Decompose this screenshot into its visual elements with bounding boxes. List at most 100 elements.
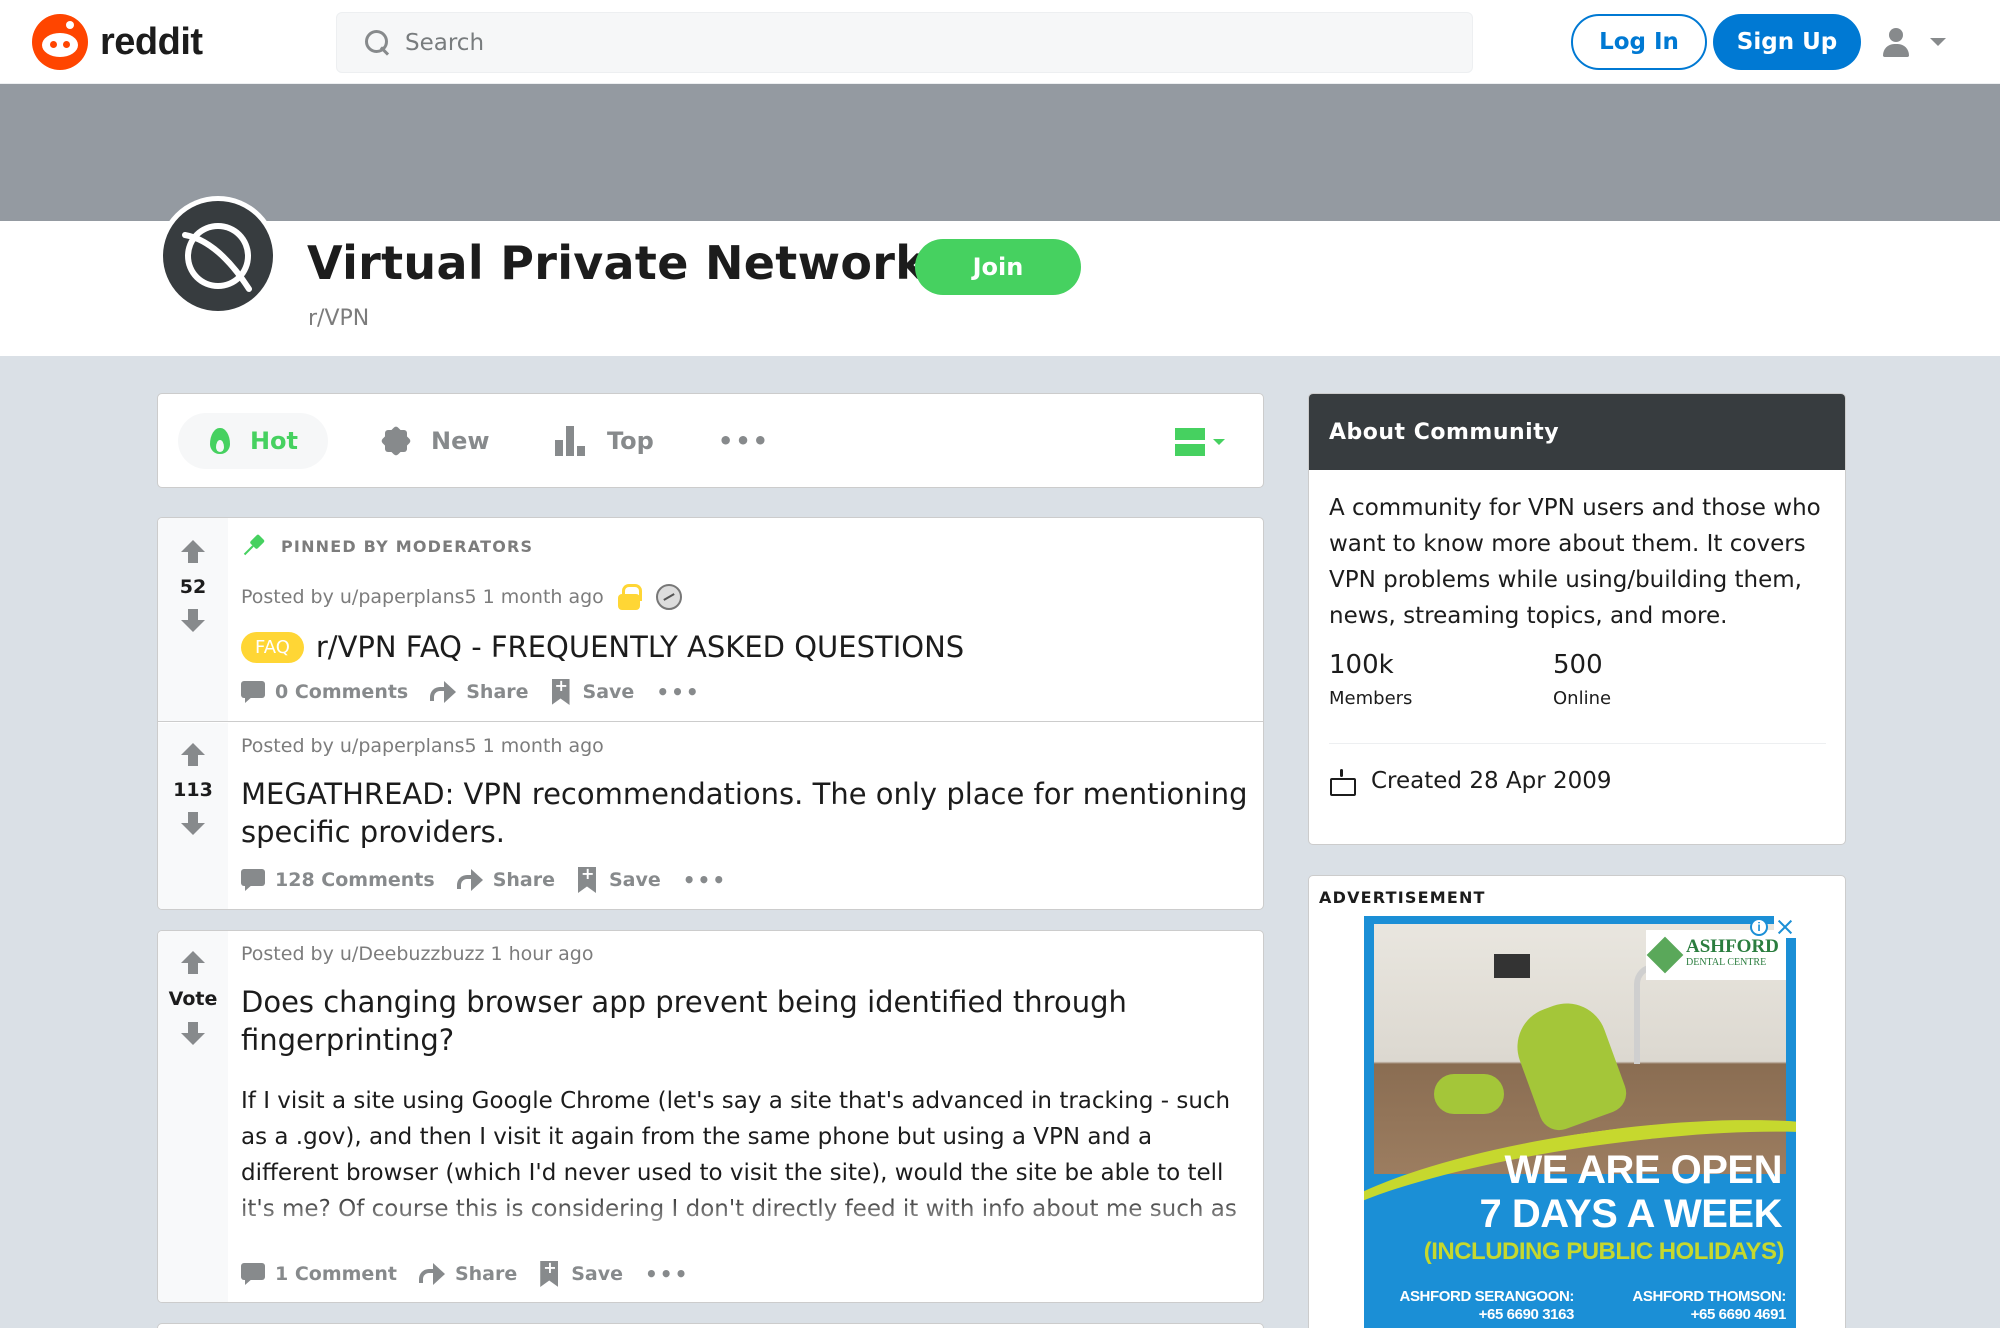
post-score: 113 xyxy=(173,779,213,801)
vote-column: 52 xyxy=(158,518,228,721)
save-button[interactable]: Save xyxy=(539,1258,624,1287)
share-button[interactable]: Share xyxy=(456,869,555,891)
comment-icon xyxy=(241,1263,265,1285)
share-button[interactable]: Share xyxy=(418,1263,518,1285)
online-stat: 500 Online xyxy=(1553,650,1611,709)
post-meta: Posted by u/paperplans5 1 month ago xyxy=(241,735,604,757)
comments-label: 128 Comments xyxy=(275,869,435,891)
members-stat: 100k Members xyxy=(1329,650,1412,709)
share-icon xyxy=(456,869,483,891)
ad-label: ADVERTISEMENT xyxy=(1319,888,1486,907)
chevron-down-icon xyxy=(1213,439,1225,445)
post-more-button[interactable]: ••• xyxy=(656,680,700,704)
about-heading: About Community xyxy=(1309,394,1845,470)
subreddit-title: Virtual Private Networks xyxy=(307,236,954,290)
members-count: 100k xyxy=(1329,650,1394,680)
save-button[interactable]: Save xyxy=(551,676,635,705)
sort-top-tab[interactable]: Top xyxy=(525,413,684,469)
post-actions: 0 Comments Share Save ••• xyxy=(241,676,723,705)
search-input[interactable] xyxy=(405,29,1305,56)
upvote-arrow-icon[interactable] xyxy=(181,540,205,564)
sort-bar: Hot New Top ••• xyxy=(157,393,1264,488)
members-label: Members xyxy=(1329,688,1413,709)
post-actions: 1 Comment Share Save ••• xyxy=(241,1258,711,1287)
user-menu-dropdown[interactable] xyxy=(1882,24,1962,60)
user-icon xyxy=(1882,26,1910,58)
subreddit-avatar[interactable] xyxy=(158,196,278,316)
downvote-arrow-icon[interactable] xyxy=(181,811,205,835)
post-author-time[interactable]: Posted by u/paperplans5 1 month ago xyxy=(241,586,604,608)
view-toggle-dropdown[interactable] xyxy=(1175,427,1231,457)
upvote-arrow-icon[interactable] xyxy=(181,743,205,767)
pinned-text: PINNED BY MODERATORS xyxy=(281,536,534,556)
created-date: Created 28 Apr 2009 xyxy=(1329,768,1612,796)
pinned-posts: 52 PINNED BY MODERATORS Posted by u/pape… xyxy=(157,517,1264,910)
post-title[interactable]: Does changing browser app prevent being … xyxy=(241,983,1251,1059)
share-icon xyxy=(418,1263,445,1285)
ad-branch-serangoon: ASHFORD SERANGOON: +65 6690 3163 xyxy=(1374,1288,1575,1324)
post-card[interactable]: Vote Posted by u/Deebuzzbuzz 1 hour ago … xyxy=(157,930,1264,1303)
cake-icon xyxy=(1329,768,1356,796)
divider xyxy=(1329,743,1826,744)
post-actions: 128 Comments Share Save ••• xyxy=(241,864,749,893)
save-label: Save xyxy=(608,869,661,891)
post-author-time[interactable]: Posted by u/paperplans5 1 month ago xyxy=(241,735,604,757)
bar-chart-icon xyxy=(555,426,587,456)
vote-column: 113 xyxy=(158,723,228,909)
comment-icon xyxy=(241,681,265,703)
save-label: Save xyxy=(571,1263,624,1285)
comments-button[interactable]: 1 Comment xyxy=(241,1263,397,1285)
share-icon xyxy=(430,681,457,703)
share-label: Share xyxy=(466,681,529,703)
post-title-row[interactable]: FAQ r/VPN FAQ - FREQUENTLY ASKED QUESTIO… xyxy=(241,628,964,666)
upvote-arrow-icon[interactable] xyxy=(181,951,205,975)
reddit-logo[interactable]: reddit xyxy=(32,14,203,70)
post-body-preview[interactable]: If I visit a site using Google Chrome (l… xyxy=(241,1083,1251,1231)
post-card[interactable]: 113 Posted by u/paperplans5 1 month ago … xyxy=(158,723,1263,909)
comments-button[interactable]: 0 Comments xyxy=(241,681,408,703)
subreddit-name: r/VPN xyxy=(308,306,370,331)
ad-banner[interactable]: ASHFORD DENTAL CENTRE i WE ARE OPEN 7 DA… xyxy=(1364,916,1796,1328)
sort-more-button[interactable]: ••• xyxy=(688,413,800,469)
post-card[interactable]: 52 PINNED BY MODERATORS Posted by u/pape… xyxy=(158,518,1263,722)
flair-badge[interactable]: FAQ xyxy=(241,631,304,663)
comments-button[interactable]: 128 Comments xyxy=(241,869,435,891)
comments-label: 1 Comment xyxy=(275,1263,397,1285)
post-title[interactable]: r/VPN FAQ - FREQUENTLY ASKED QUESTIONS xyxy=(316,628,964,666)
share-label: Share xyxy=(492,869,555,891)
post-title[interactable]: MEGATHREAD: VPN recommendations. The onl… xyxy=(241,775,1251,851)
save-label: Save xyxy=(582,681,635,703)
post-more-button[interactable]: ••• xyxy=(645,1262,689,1286)
post-content: Vote Posted by u/Deebuzzbuzz 1 hour ago … xyxy=(158,931,1263,1302)
ad-branch-2-name: ASHFORD THOMSON: xyxy=(1632,1288,1786,1305)
about-description: A community for VPN users and those who … xyxy=(1329,495,1821,629)
ad-headline: WE ARE OPEN 7 DAYS A WEEK xyxy=(1364,1148,1783,1236)
ad-branch-2-phone: +65 6690 4691 xyxy=(1690,1306,1787,1323)
share-label: Share xyxy=(454,1263,518,1285)
ad-branch-1-name: ASHFORD SERANGOON: xyxy=(1399,1288,1575,1305)
join-button[interactable]: Join xyxy=(915,239,1081,295)
about-community-widget: About Community A community for VPN user… xyxy=(1308,393,1846,845)
downvote-arrow-icon[interactable] xyxy=(181,608,205,632)
close-icon[interactable] xyxy=(1774,916,1796,938)
ashford-logo: ASHFORD DENTAL CENTRE xyxy=(1646,930,1786,980)
signup-button[interactable]: Sign Up xyxy=(1713,14,1861,70)
sort-hot-tab[interactable]: Hot xyxy=(178,413,328,469)
post-author-time[interactable]: Posted by u/Deebuzzbuzz 1 hour ago xyxy=(241,943,594,965)
sort-top-label: Top xyxy=(607,427,654,455)
share-button[interactable]: Share xyxy=(430,681,529,703)
search-bar[interactable] xyxy=(336,12,1473,73)
sort-new-tab[interactable]: New xyxy=(351,413,520,469)
bookmark-icon xyxy=(539,1258,559,1287)
save-button[interactable]: Save xyxy=(577,864,661,893)
ad-info-icon[interactable]: i xyxy=(1750,918,1768,936)
subreddit-banner xyxy=(0,84,2000,221)
bookmark-icon xyxy=(551,676,571,705)
login-button[interactable]: Log In xyxy=(1571,14,1707,70)
post-meta: Posted by u/Deebuzzbuzz 1 hour ago xyxy=(241,943,594,965)
flame-icon xyxy=(208,426,230,456)
post-more-button[interactable]: ••• xyxy=(683,868,727,892)
downvote-arrow-icon[interactable] xyxy=(181,1021,205,1045)
advertisement-widget: ADVERTISEMENT ASHFORD DENTAL CENTRE i WE… xyxy=(1308,875,1846,1328)
ad-branch-thomson: ASHFORD THOMSON: +65 6690 4691 xyxy=(1584,1288,1786,1324)
